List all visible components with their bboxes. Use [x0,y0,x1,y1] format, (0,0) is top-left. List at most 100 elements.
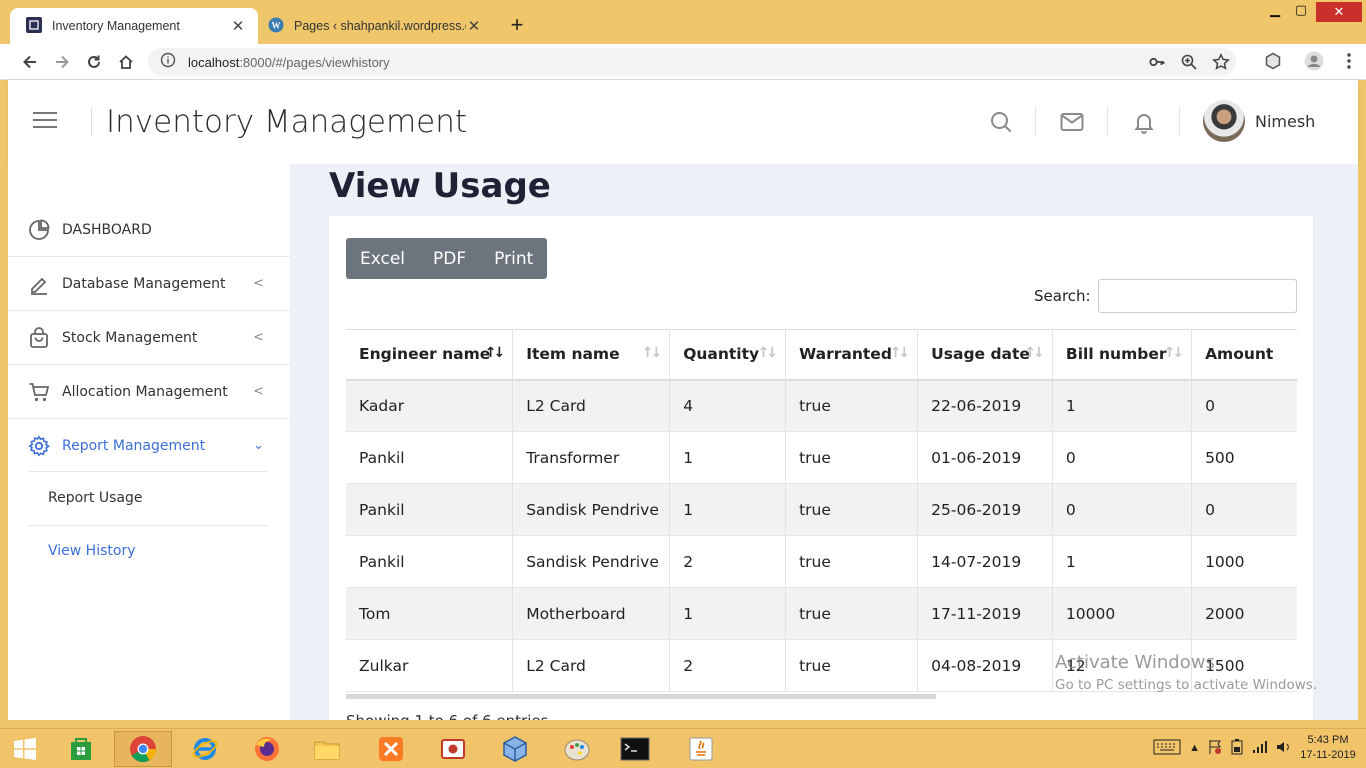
table-cell: true [785,483,919,536]
sidebar: DASHBOARD Database Management < Stock Ma… [8,164,290,720]
sidebar-item-stock-management[interactable]: Stock Management < [28,311,268,364]
table-row[interactable]: Pankil Transformer 1 true 01-06-2019 0 500 [346,431,1297,484]
battery-icon[interactable] [1230,738,1244,758]
column-header-engineer-name[interactable]: Engineer name ↑↓ [346,329,514,381]
menu-kebab-icon[interactable] [1346,52,1352,75]
tab-wordpress-pages[interactable]: W Pages ‹ shahpankil.wordpress.com ✕ [260,8,494,44]
search-input[interactable] [1098,279,1297,313]
table-cell: Pankil [346,535,514,588]
flag-icon[interactable] [1208,739,1222,758]
gear-icon [28,434,50,457]
bookmark-star-icon[interactable] [1212,53,1230,76]
sidebar-item-allocation-management[interactable]: Allocation Management < [28,365,268,418]
table-row[interactable]: Pankil Sandisk Pendrive 2 true 14-07-2019 1 10… [346,535,1297,588]
sidebar-item-database-management[interactable]: Database Management < [28,257,268,310]
horizontal-scrollbar[interactable] [346,694,936,699]
reload-icon[interactable] [83,51,105,73]
sort-asc-icon: ↑↓ [484,345,506,361]
bell-icon[interactable] [1132,110,1156,134]
column-header-item-name[interactable]: Item name ↑↓ [512,329,671,381]
close-tab-icon[interactable]: ✕ [466,17,482,35]
back-icon[interactable] [19,51,41,73]
table-cell: Motherboard [512,587,671,640]
hamburger-menu-icon[interactable] [33,112,57,130]
firefox-icon[interactable] [238,731,296,767]
table-cell: 2 [669,535,787,588]
file-explorer-icon[interactable] [298,731,356,767]
windows-taskbar: ▲ 5:43 PM 17-11-2019 [0,728,1366,768]
usage-table-wrapper[interactable]: Engineer name ↑↓ Item name ↑↓ Quantity ↑↓ W… [346,329,1297,694]
sidebar-divider [28,525,268,526]
excel-button[interactable]: Excel [346,238,419,279]
internet-explorer-icon[interactable] [176,731,234,767]
forward-icon[interactable] [51,51,73,73]
close-window-icon[interactable]: ✕ [1316,2,1362,22]
column-header-amount[interactable]: Amount [1191,329,1297,381]
wordpress-icon: W [268,17,284,36]
virtualbox-icon[interactable] [486,731,544,767]
sidebar-item-label: Report Management [62,437,206,454]
close-tab-icon[interactable]: ✕ [230,17,246,35]
sort-icon: ↑↓ [641,345,663,361]
java-icon[interactable] [672,731,730,767]
header-divider [1179,106,1180,136]
profile-icon[interactable] [1304,51,1324,76]
info-icon[interactable] [160,52,176,73]
pdf-button[interactable]: PDF [419,238,480,279]
command-prompt-icon[interactable] [606,731,664,767]
table-info-text: Showing 1 to 6 of 6 entries [346,712,548,720]
keyboard-icon[interactable] [1153,739,1181,758]
sidebar-item-dashboard[interactable]: DASHBOARD [28,203,268,256]
column-header-usage-date[interactable]: Usage date ↑↓ [917,329,1053,381]
sort-icon: ↑↓ [889,345,911,361]
clock[interactable]: 5:43 PM 17-11-2019 [1300,733,1356,763]
table-cell: true [785,639,919,692]
chevron-up-icon[interactable]: ▲ [1189,742,1200,754]
sidebar-subitem-report-usage[interactable]: Report Usage [48,490,142,506]
app-header: Inventory Management Nimesh [8,80,1358,164]
maximize-icon[interactable]: ▢ [1284,2,1318,22]
table-cell: true [785,379,919,432]
table-cell: 0 [1052,431,1193,484]
chrome-icon[interactable] [114,731,172,767]
username[interactable]: Nimesh [1255,112,1315,131]
chevron-left-icon: < [253,330,264,345]
address-bar[interactable]: localhost:8000/#/pages/viewhistory [148,48,1236,76]
table-row[interactable]: Pankil Sandisk Pendrive 1 true 25-06-2019 0 0 [346,483,1297,536]
table-cell: 0 [1191,379,1297,432]
zoom-icon[interactable] [1180,53,1198,76]
windows-start-icon[interactable] [0,731,50,767]
key-icon[interactable] [1148,53,1166,76]
table-cell: 2000 [1191,587,1297,640]
column-header-bill-number[interactable]: Bill number ↑↓ [1052,329,1193,381]
tab-label: Pages ‹ shahpankil.wordpress.com [294,19,466,33]
table-row[interactable]: Tom Motherboard 1 true 17-11-2019 10000 2000 [346,587,1297,640]
sort-icon: ↑↓ [1163,345,1185,361]
table-cell: Sandisk Pendrive [512,483,671,536]
avatar[interactable] [1203,100,1245,142]
extension-icon[interactable] [1264,52,1282,75]
store-icon[interactable] [52,731,110,767]
system-tray: ▲ 5:43 PM 17-11-2019 [1153,733,1356,763]
sidebar-subitem-view-history[interactable]: View History [48,543,135,559]
table-cell: 0 [1052,483,1193,536]
volume-icon[interactable] [1276,740,1292,757]
sidebar-item-report-management[interactable]: Report Management ⌄ [28,419,268,472]
mail-icon[interactable] [1060,110,1084,134]
new-tab-button[interactable]: + [506,14,528,36]
table-cell: 1 [669,431,787,484]
xampp-icon[interactable] [362,731,420,767]
paint-icon[interactable] [548,731,606,767]
table-row[interactable]: Kadar L2 Card 4 true 22-06-2019 1 0 [346,379,1297,432]
tab-inventory-management[interactable]: Inventory Management ✕ [10,8,258,44]
watermark-subtitle: Go to PC settings to activate Windows. [1055,677,1318,693]
pencil-icon [28,273,50,295]
column-header-quantity[interactable]: Quantity ↑↓ [669,329,787,381]
column-header-warranted[interactable]: Warranted ↑↓ [785,329,919,381]
print-button[interactable]: Print [480,238,547,279]
search-icon[interactable] [989,110,1013,134]
home-icon[interactable] [115,51,137,73]
signal-icon[interactable] [1252,740,1268,757]
recorder-icon[interactable] [424,731,482,767]
app-favicon-icon [26,16,42,36]
